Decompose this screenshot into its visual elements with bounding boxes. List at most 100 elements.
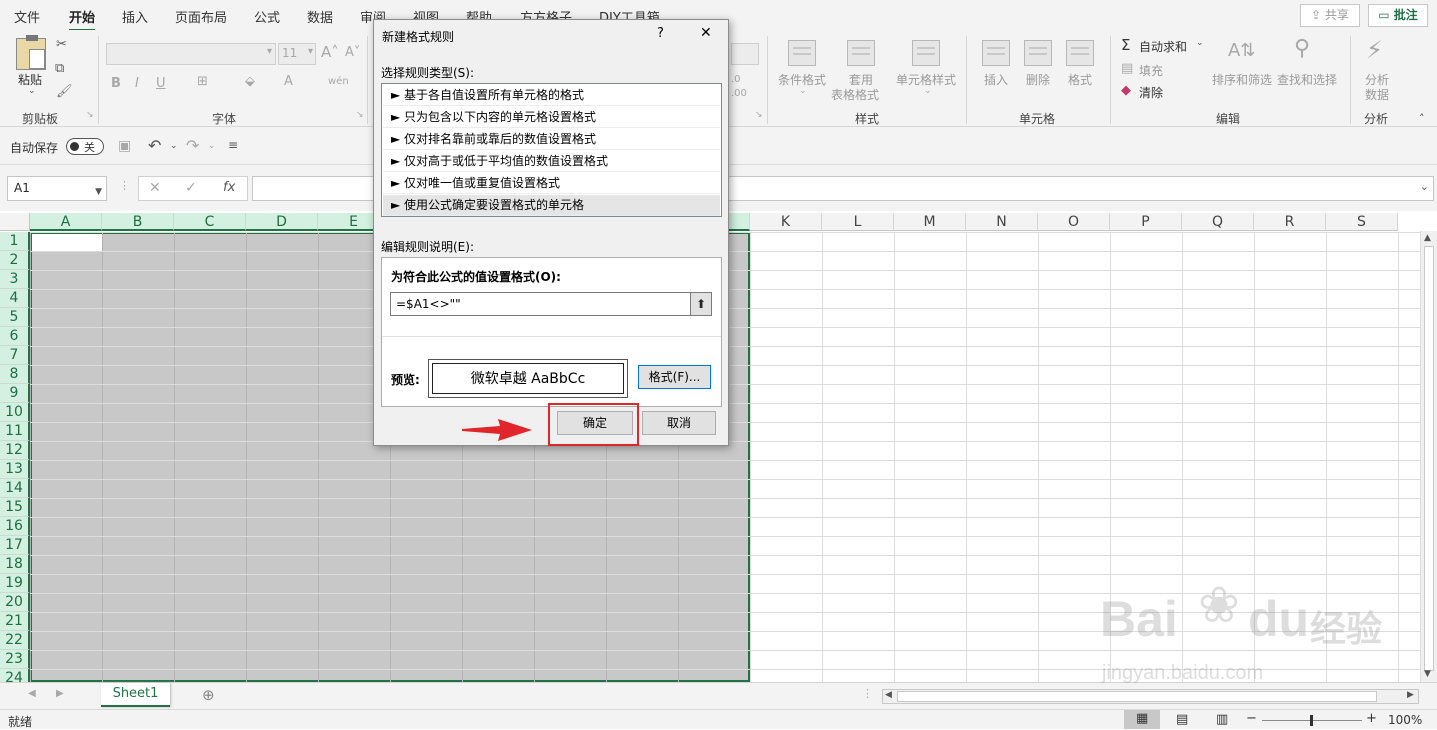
analyze-data-button-line2[interactable]: 数据 [1365,86,1389,103]
insert-function-icon[interactable]: fx [223,180,235,195]
rule-type-list[interactable]: ► 基于各自值设置所有单元格的格式 ► 只为包含以下内容的单元格设置格式 ► 仅… [381,83,722,217]
autosum-button[interactable]: 自动求和 [1139,38,1187,55]
chevron-down-icon[interactable]: ⌄ [28,86,36,96]
format-cells-button[interactable]: 格式 [1068,71,1092,88]
phonetic-icon[interactable]: wén [328,76,349,87]
table-format-button-line2[interactable]: 表格格式 [831,86,879,103]
collapse-ribbon-icon[interactable]: ˄ [1419,112,1425,125]
fill-color-icon[interactable]: ⬙ [245,74,255,89]
vertical-scrollbar[interactable]: ▲ ▼ [1420,231,1437,682]
scroll-up-icon[interactable]: ▲ [1424,233,1431,243]
analyze-data-icon[interactable]: ⚡ [1366,36,1383,64]
chevron-down-icon[interactable]: ⌄ [1196,38,1204,48]
chevron-down-icon[interactable]: ⌄ [170,141,178,151]
chevron-down-icon[interactable]: ⌄ [924,86,932,96]
underline-icon[interactable]: U [156,76,166,91]
font-size-dropdown[interactable]: 11 ▾ [278,43,316,65]
insert-cells-icon[interactable] [982,40,1010,66]
sort-filter-icon[interactable]: A⇅ [1228,40,1255,61]
sort-filter-button[interactable]: 排序和筛选 [1212,71,1272,88]
dialog-launcher-icon[interactable]: ↘ [86,110,94,120]
save-icon[interactable]: ▣ [118,138,131,154]
italic-icon[interactable]: I [135,76,139,91]
scroll-right-icon[interactable]: ▶ [1407,690,1414,700]
add-sheet-icon[interactable]: ⊕ [202,686,215,704]
autosave-toggle[interactable]: 关 [66,138,104,155]
close-icon[interactable]: ✕ [700,25,712,41]
help-button[interactable]: ? [657,26,664,41]
collapse-dialog-button[interactable]: ⬆ [690,292,712,316]
cancel-button[interactable]: 取消 [642,411,716,435]
redo-icon[interactable]: ↷ [186,136,199,155]
rule-type-item-selected[interactable]: ► 使用公式确定要设置格式的单元格 [383,195,720,216]
delete-cells-button[interactable]: 删除 [1026,71,1050,88]
normal-view-button[interactable]: ▦ [1124,710,1160,729]
page-break-view-icon[interactable]: ▥ [1216,712,1228,727]
format-button[interactable]: 格式(F)... [638,365,711,389]
table-format-icon[interactable] [847,40,875,66]
tab-data[interactable]: 数据 [307,7,333,26]
zoom-out-icon[interactable]: − [1246,711,1257,726]
rule-type-item[interactable]: ► 基于各自值设置所有单元格的格式 [383,85,720,106]
rule-type-item[interactable]: ► 只为包含以下内容的单元格设置格式 [383,107,720,128]
page-layout-view-icon[interactable]: ▤ [1176,712,1188,727]
chevron-down-icon[interactable]: ▼ [95,181,102,204]
clear-button[interactable]: 清除 [1139,84,1163,101]
horizontal-scrollbar[interactable]: ◀ ▶ [882,689,1419,704]
split-handle-icon[interactable]: ⋮ [862,687,873,700]
fill-icon[interactable]: ▤ [1121,61,1133,76]
expand-icon[interactable]: ⌄ [1420,180,1429,193]
tab-page-layout[interactable]: 页面布局 [175,7,227,26]
tab-formulas[interactable]: 公式 [254,7,280,26]
enter-icon[interactable]: ✓ [185,180,197,196]
customize-qat-icon[interactable]: ≡ [228,138,238,152]
number-format-dropdown[interactable] [731,43,759,65]
tab-file[interactable]: 文件 [14,7,40,26]
undo-icon[interactable]: ↶ [148,136,161,155]
search-icon[interactable]: ⚲ [1294,36,1310,61]
rule-type-item[interactable]: ► 仅对排名靠前或靠后的数值设置格式 [383,129,720,150]
eraser-icon[interactable]: ◆ [1121,83,1131,98]
share-button[interactable]: ⇪ 共享 [1300,4,1360,27]
border-icon[interactable]: ⊞ [197,74,208,89]
name-box[interactable]: A1 ▼ [7,176,107,201]
rule-type-item[interactable]: ► 仅对高于或低于平均值的数值设置格式 [383,151,720,172]
decrease-font-icon[interactable]: A˅ [345,45,360,60]
increase-font-icon[interactable]: A˄ [321,43,339,61]
chevron-down-icon[interactable]: ⌄ [799,86,807,96]
dialog-launcher-icon[interactable]: ↘ [755,110,763,120]
cell-styles-icon[interactable] [912,40,940,66]
rule-type-item[interactable]: ► 仅对唯一值或重复值设置格式 [383,173,720,194]
conditional-format-icon[interactable] [788,40,816,66]
insert-cells-button[interactable]: 插入 [984,71,1008,88]
font-color-icon[interactable]: A [284,74,293,89]
paste-icon[interactable] [16,35,46,70]
dialog-launcher-icon[interactable]: ↘ [356,110,364,120]
scroll-next-sheet-icon[interactable]: ▶ [56,688,64,699]
decimal-icon[interactable]: .0 [731,74,741,85]
tab-insert[interactable]: 插入 [122,7,148,26]
zoom-in-icon[interactable]: + [1366,711,1377,726]
format-painter-icon[interactable]: 🖌 [56,84,73,99]
scroll-down-icon[interactable]: ▼ [1424,669,1431,679]
comment-button[interactable]: ▭ 批注 [1368,4,1428,27]
decimal-icon[interactable]: .00 [731,88,747,99]
zoom-slider-thumb[interactable] [1310,715,1313,726]
font-name-dropdown[interactable]: ▾ [106,43,276,65]
formula-field[interactable]: =$A1<>"" [390,292,691,316]
scroll-prev-sheet-icon[interactable]: ◀ [28,688,36,699]
scroll-left-icon[interactable]: ◀ [885,690,892,700]
cut-icon[interactable]: ✂ [56,37,67,52]
tab-home[interactable]: 开始 [69,7,96,32]
copy-icon[interactable]: ⧉ [55,61,64,76]
zoom-level[interactable]: 100% [1388,713,1422,727]
cancel-icon[interactable]: ✕ [149,180,161,196]
zoom-slider[interactable] [1262,715,1362,726]
find-select-button[interactable]: 查找和选择 [1277,71,1337,88]
autosum-icon[interactable]: Σ [1121,36,1130,54]
sheet-tab-sheet1[interactable]: Sheet1 [101,683,170,707]
delete-cells-icon[interactable] [1024,40,1052,66]
chevron-down-icon[interactable]: ⌄ [208,141,216,151]
bold-icon[interactable]: B [111,76,121,91]
fill-button[interactable]: 填充 [1139,62,1163,79]
